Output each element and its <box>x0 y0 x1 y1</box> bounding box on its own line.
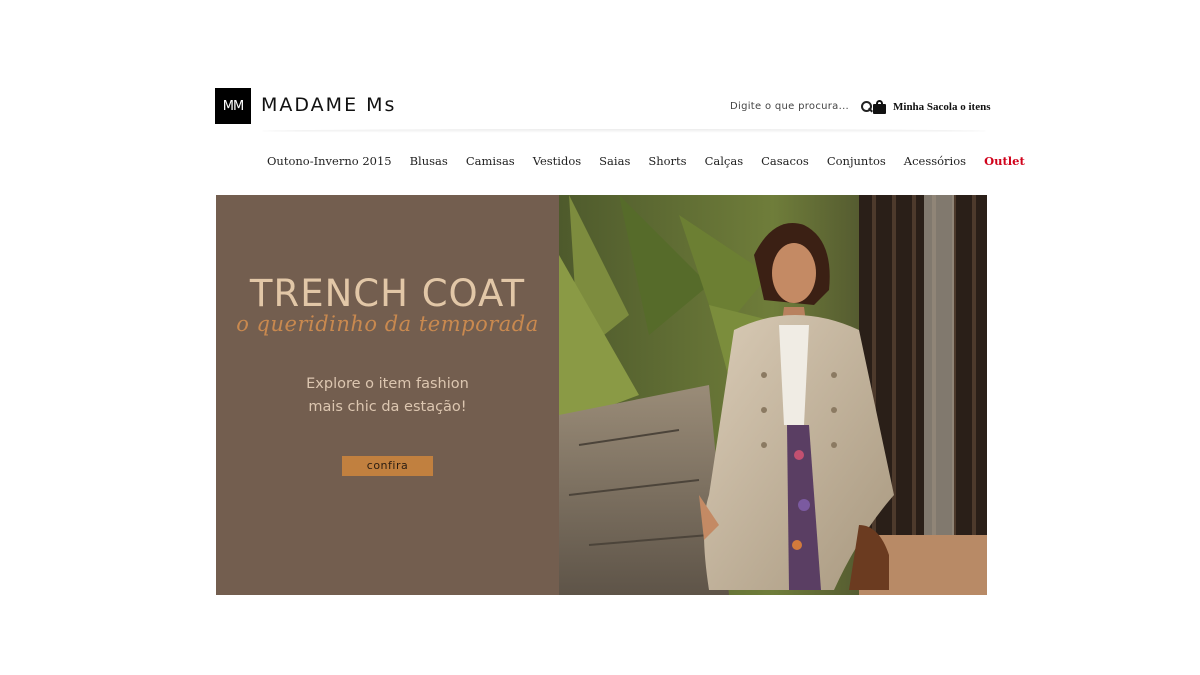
brand-logo-mark[interactable]: MM <box>215 88 251 124</box>
logo-monogram: MM <box>222 98 244 114</box>
banner-description-line-1: Explore o item fashion <box>306 376 469 392</box>
confira-button[interactable]: confira <box>342 456 433 476</box>
banner-title: TRENCH COAT <box>249 272 526 315</box>
nav-item-saias[interactable]: Saias <box>599 154 630 168</box>
nav-item-vestidos[interactable]: Vestidos <box>533 154 581 168</box>
banner-description-line-2: mais chic da estação! <box>308 399 467 415</box>
nav-item-shorts[interactable]: Shorts <box>648 154 686 168</box>
shopping-bag-label[interactable]: Minha Sacola o itens <box>893 101 990 113</box>
shopping-bag-link[interactable]: Minha Sacola o itens <box>873 100 990 114</box>
banner-photo <box>559 195 987 595</box>
header-shadow-divider <box>262 129 986 133</box>
nav-item-outlet[interactable]: Outlet <box>984 154 1025 168</box>
banner-text-panel: TRENCH COAT o queridinho da temporada Ex… <box>216 195 559 595</box>
nav-item-outono-inverno[interactable]: Outono-Inverno 2015 <box>267 154 392 168</box>
nav-item-conjuntos[interactable]: Conjuntos <box>827 154 886 168</box>
nav-item-casacos[interactable]: Casacos <box>761 154 809 168</box>
main-nav: Outono-Inverno 2015 Blusas Camisas Vesti… <box>267 154 1043 168</box>
nav-item-blusas[interactable]: Blusas <box>410 154 448 168</box>
search-bar[interactable]: Digite o que procura... <box>730 101 873 112</box>
banner-subtitle: o queridinho da temporada <box>236 312 539 336</box>
banner-description: Explore o item fashion mais chic da esta… <box>216 373 559 419</box>
nav-item-camisas[interactable]: Camisas <box>466 154 515 168</box>
hero-banner[interactable]: TRENCH COAT o queridinho da temporada Ex… <box>216 195 987 595</box>
search-input[interactable]: Digite o que procura... <box>730 101 849 112</box>
shopping-bag-icon[interactable] <box>873 100 886 114</box>
nav-item-acessorios[interactable]: Acessórios <box>904 154 966 168</box>
brand-name[interactable]: MADAME Ms <box>261 94 396 116</box>
model-photo-illustration <box>559 195 987 595</box>
nav-item-calcas[interactable]: Calças <box>705 154 744 168</box>
search-icon[interactable] <box>861 101 873 112</box>
